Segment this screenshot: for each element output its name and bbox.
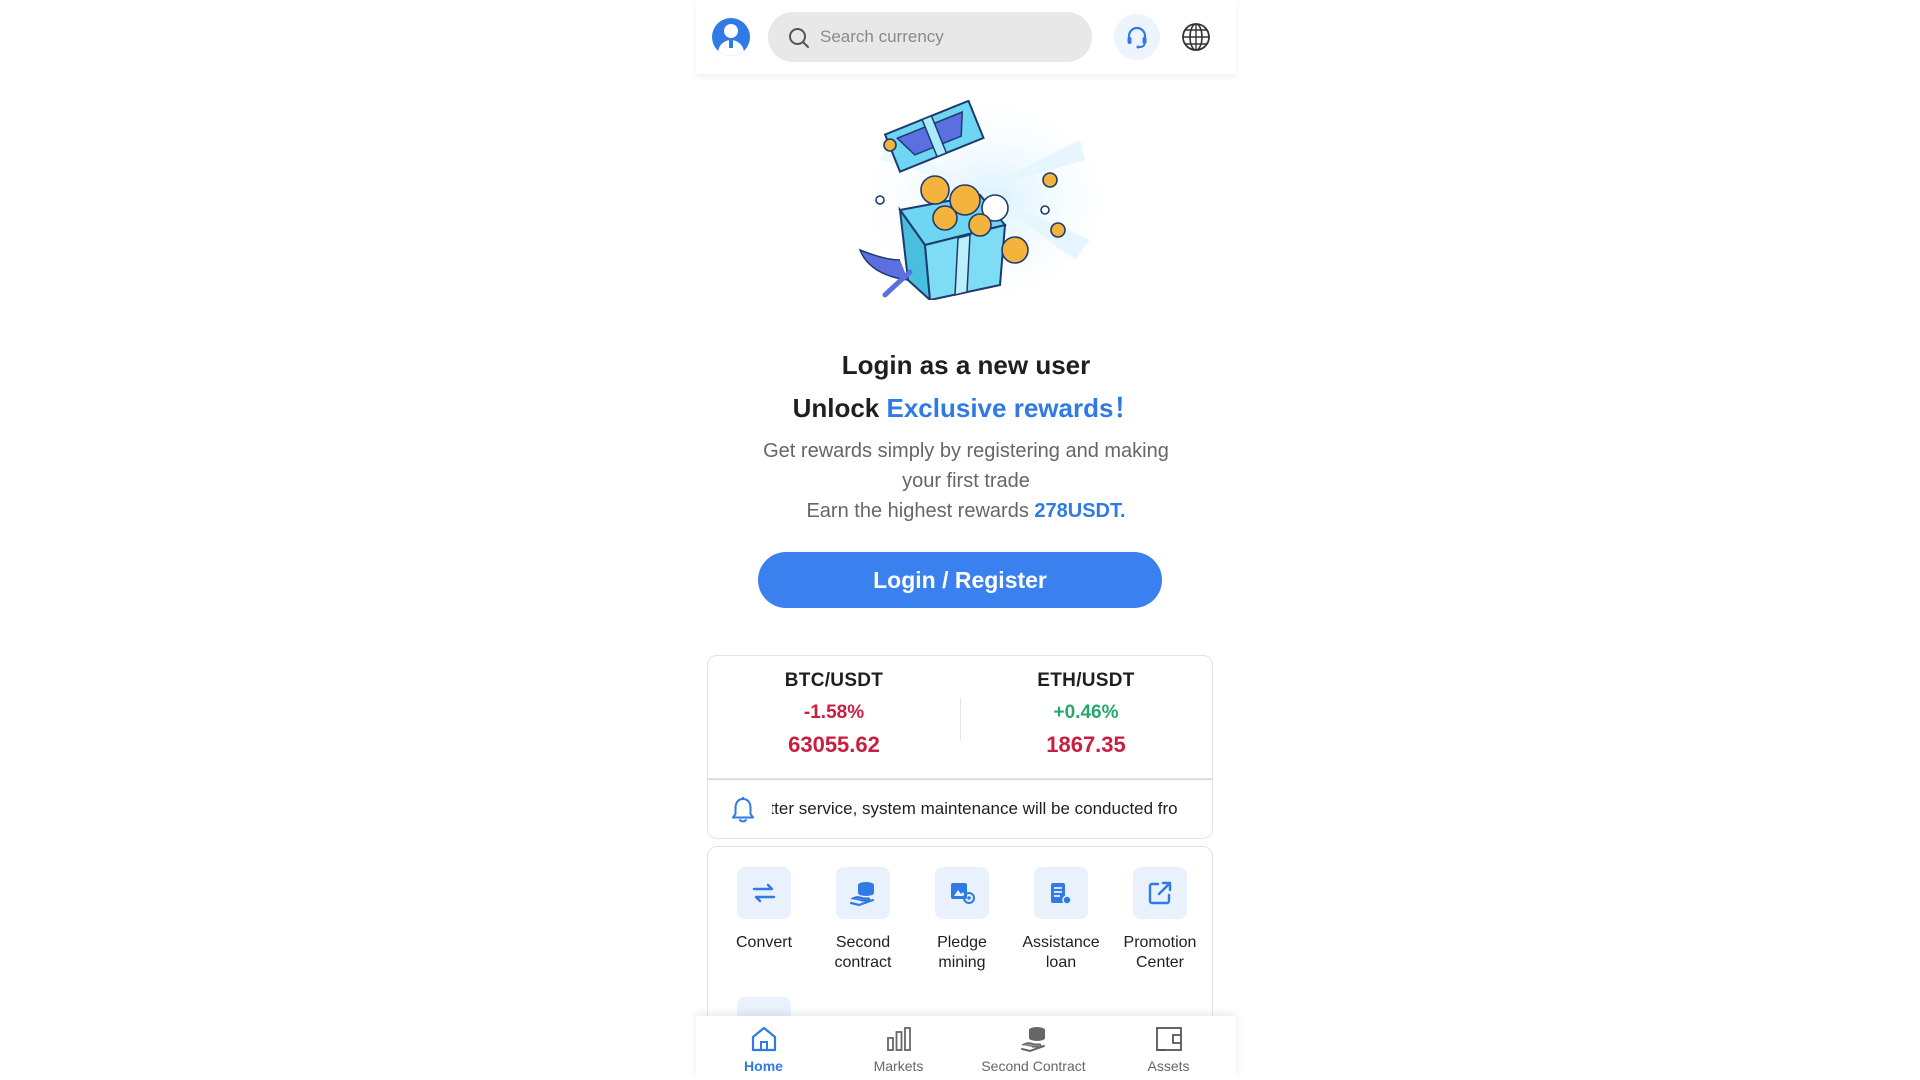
search-input[interactable] (820, 22, 1070, 52)
login-register-button[interactable]: Login / Register (758, 552, 1162, 608)
earn-prefix: Earn the highest rewards (806, 500, 1035, 522)
bottom-navigation: Home Markets Second Contract Assets (696, 1016, 1236, 1080)
announcement-viewport: etter service, system maintenance will b… (772, 780, 1202, 838)
markets-icon (886, 1027, 911, 1051)
loan-icon (1034, 867, 1088, 919)
nav-second-contract[interactable]: Second Contract (966, 1024, 1101, 1074)
earn-amount: 278USDT. (1034, 500, 1126, 522)
hero-subtitle: Unlock Exclusive rewards！ (696, 388, 1236, 425)
ticker-change: -1.58% (803, 702, 865, 723)
nav-label: Markets (873, 1058, 924, 1074)
customer-support-button[interactable] (1114, 14, 1160, 60)
wallet-icon (1155, 1027, 1182, 1051)
nav-home[interactable]: Home (696, 1024, 831, 1074)
hero-subtitle-prefix: Unlock (792, 393, 887, 423)
hero-earn-line: Earn the highest rewards 278USDT. (696, 496, 1236, 526)
top-bar (696, 0, 1236, 74)
ticker-eth[interactable]: ETH/USDT +0.46% 1867.35 (960, 670, 1212, 758)
feature-convert[interactable]: Convert (714, 867, 814, 953)
feature-label: Assistance loan (1022, 934, 1100, 971)
headset-icon (1127, 26, 1147, 49)
second-contract-icon (836, 867, 890, 919)
announcement-text: etter service, system maintenance will b… (772, 799, 1178, 818)
ticker-pair: ETH/USDT (1037, 670, 1135, 691)
nav-markets[interactable]: Markets (831, 1024, 966, 1074)
nav-label: Second Contract (981, 1058, 1086, 1074)
globe-icon[interactable] (1180, 21, 1212, 53)
feature-pledge-mining[interactable]: Pledge mining (912, 867, 1012, 973)
feature-label: Convert (735, 934, 793, 951)
second-contract-icon (1020, 1027, 1045, 1053)
ticker-pair: BTC/USDT (784, 670, 884, 691)
search-icon (789, 28, 809, 48)
feature-promotion-center[interactable]: Promotion Center (1110, 867, 1210, 973)
hero-title: Login as a new user (841, 350, 1091, 380)
search-box[interactable] (768, 12, 1092, 62)
nav-label: Assets (1147, 1058, 1190, 1074)
feature-label: Pledge mining (937, 934, 987, 971)
ticker-price: 1867.35 (1046, 732, 1126, 757)
hero-subtitle-accent: Exclusive rewards！ (886, 393, 1140, 423)
announcement-bar[interactable]: etter service, system maintenance will b… (707, 779, 1213, 839)
promotion-icon (1133, 867, 1187, 919)
hero-description: Get rewards simply by registering and ma… (763, 440, 1169, 492)
ticker-price: 63055.62 (788, 732, 880, 757)
convert-icon (737, 867, 791, 919)
user-avatar-icon[interactable] (712, 18, 750, 56)
bell-icon (732, 797, 754, 823)
nav-label: Home (744, 1058, 783, 1074)
nav-assets[interactable]: Assets (1101, 1024, 1236, 1074)
gift-box-illustration (858, 100, 1100, 300)
ticker-change: +0.46% (1053, 702, 1119, 723)
pledge-mining-icon (935, 867, 989, 919)
ticker-btc[interactable]: BTC/USDT -1.58% 63055.62 (708, 670, 960, 758)
feature-second-contract[interactable]: Second contract (813, 867, 913, 973)
home-icon (751, 1026, 776, 1052)
feature-assistance-loan[interactable]: Assistance loan (1011, 867, 1111, 973)
feature-label: Second contract (834, 934, 892, 971)
feature-label: Promotion Center (1123, 934, 1197, 971)
market-ticker-card: BTC/USDT -1.58% 63055.62 ETH/USDT +0.46%… (707, 655, 1213, 779)
